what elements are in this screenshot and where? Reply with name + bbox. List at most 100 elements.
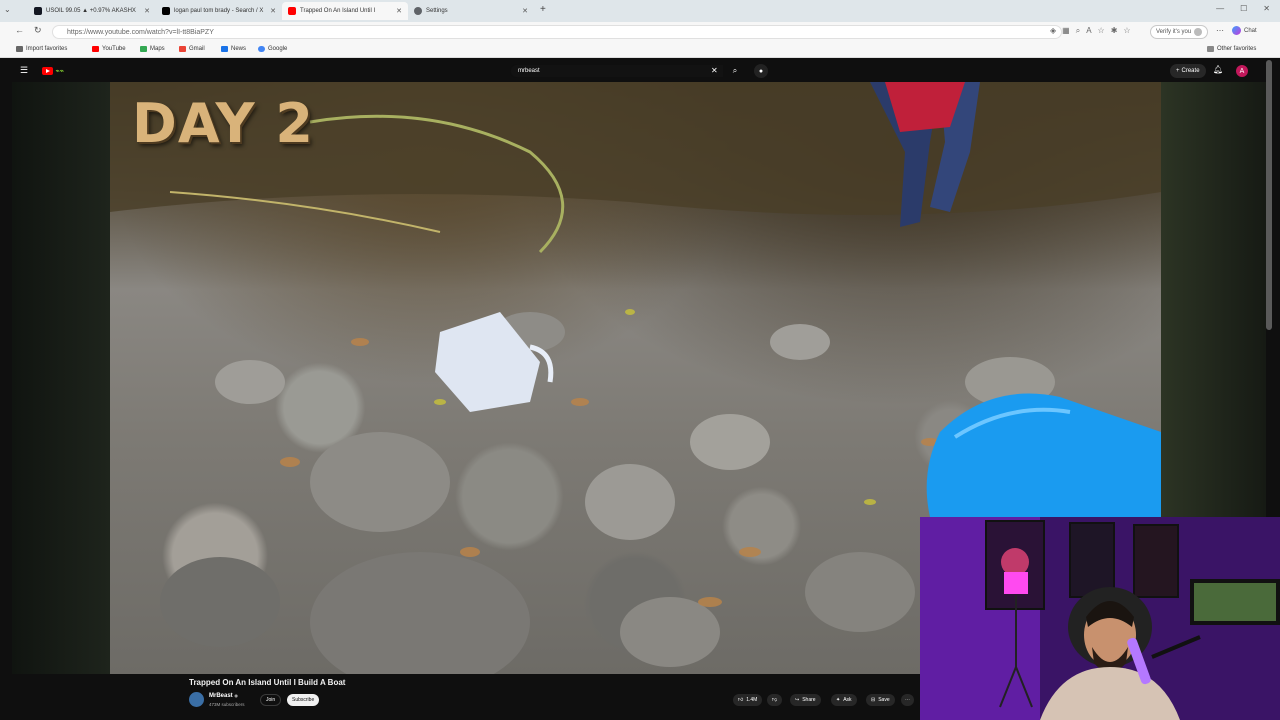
tab-actions-icon[interactable]: ⌄	[4, 5, 11, 14]
youtube-logo[interactable]: ⌁⌁	[42, 66, 76, 75]
share-button[interactable]: ↪ Share	[790, 694, 821, 706]
youtube-favicon-icon	[288, 7, 296, 15]
plus-icon: +	[1176, 68, 1180, 74]
create-label: Create	[1181, 68, 1200, 74]
video-overlay-text: DAY 2	[132, 92, 314, 155]
subscribe-button[interactable]: Subscribe	[287, 694, 320, 706]
tab-usoil[interactable]: USOIL 99.05 ▲ +0.97% AKASHX ✕	[28, 2, 156, 20]
like-button[interactable]: 👍︎ 1.4M	[733, 694, 763, 706]
close-tab-icon[interactable]: ✕	[396, 7, 402, 15]
favorite-star-icon[interactable]: ☆	[1098, 26, 1105, 36]
create-button[interactable]: + Create	[1170, 64, 1206, 78]
verify-label: Verify it's you	[1156, 29, 1192, 35]
favorites-icon[interactable]: ☆	[1123, 26, 1130, 36]
address-bar[interactable]: https://www.youtube.com/watch?v=lI-tt8Bi…	[52, 25, 1062, 39]
gmail-icon	[179, 46, 186, 52]
tradingview-favicon-icon	[34, 7, 42, 15]
maximize-icon[interactable]: ☐	[1240, 4, 1247, 13]
profile-avatar-icon	[1194, 28, 1203, 36]
tab-settings[interactable]: Settings ✕	[408, 2, 534, 20]
youtube-play-logo-icon	[42, 66, 53, 75]
join-button[interactable]: Join	[260, 694, 282, 706]
dislike-button[interactable]: 👎︎	[767, 694, 783, 706]
share-icon: ↪	[795, 697, 800, 703]
grid-icon[interactable]: ▦	[1062, 26, 1070, 36]
translate-icon[interactable]: ◈	[1050, 26, 1056, 36]
ask-label: Ask	[843, 697, 852, 703]
verify-profile-button[interactable]: Verify it's you	[1150, 25, 1209, 39]
tab-label: Trapped On An Island Until I	[300, 8, 376, 14]
news-icon	[221, 46, 228, 52]
bell-icon[interactable]: 🔔︎	[1213, 65, 1223, 74]
google-icon	[258, 46, 265, 52]
bookmark-icon: ⊟	[871, 697, 876, 703]
zoom-icon[interactable]: ⌕	[1076, 26, 1080, 36]
favorite-label: Import favorites	[26, 46, 68, 52]
subscribe-label: Subscribe	[292, 697, 315, 703]
webcam-overlay	[920, 517, 1280, 720]
favorite-label: News	[231, 46, 247, 52]
more-menu-icon[interactable]: ⋯	[1216, 26, 1224, 35]
folder-icon	[1207, 46, 1214, 52]
gear-icon	[414, 7, 422, 15]
voice-search-button[interactable]: ●	[754, 64, 768, 78]
back-arrow-icon[interactable]: ←	[15, 25, 24, 35]
page-scrollbar[interactable]	[1266, 60, 1272, 330]
close-tab-icon[interactable]: ✕	[270, 7, 276, 15]
favorites-import[interactable]: Import favorites	[16, 46, 67, 52]
copilot-chat-button[interactable]: Chat	[1232, 26, 1257, 35]
extension-icons: ◈ ▦ ⌕ A ☆ ✱ ☆	[1050, 26, 1131, 36]
share-label: Share	[802, 697, 816, 703]
channel-doodle-icon: ⌁⌁	[55, 67, 64, 75]
favorite-youtube[interactable]: YouTube	[92, 46, 126, 52]
refresh-icon[interactable]: ↻	[34, 25, 42, 36]
favorite-google[interactable]: Google	[258, 46, 287, 52]
favorite-label: Gmail	[189, 46, 205, 52]
channel-name[interactable]: MrBeast ◉	[209, 693, 238, 699]
copilot-icon	[1232, 26, 1241, 35]
close-window-icon[interactable]: ✕	[1263, 4, 1270, 13]
other-favorites[interactable]: Other favorites	[1207, 46, 1256, 52]
url-text: https://www.youtube.com/watch?v=lI-tt8Bi…	[67, 28, 214, 36]
search-button[interactable]: ⌕	[726, 64, 744, 78]
channel-name-text: MrBeast	[209, 693, 233, 699]
read-aloud-icon[interactable]: A	[1086, 26, 1091, 36]
join-label: Join	[266, 697, 276, 703]
new-tab-button[interactable]: +	[540, 4, 546, 15]
search-input[interactable]: mrbeast	[510, 64, 724, 78]
ambient-left	[12, 82, 110, 674]
tab-strip: ⌄ USOIL 99.05 ▲ +0.97% AKASHX ✕ logan pa…	[0, 0, 1280, 22]
save-label: Save	[878, 697, 890, 703]
close-tab-icon[interactable]: ✕	[144, 7, 150, 15]
tab-label: logan paul tom brady - Search / X	[174, 8, 264, 14]
avatar[interactable]: A	[1236, 65, 1248, 77]
save-button[interactable]: ⊟ Save	[866, 694, 895, 706]
tab-label: Settings	[426, 8, 448, 14]
import-icon	[16, 46, 23, 52]
close-tab-icon[interactable]: ✕	[522, 7, 528, 15]
webcam-image	[920, 517, 1280, 720]
favorite-maps[interactable]: Maps	[140, 46, 165, 52]
favorite-news[interactable]: News	[221, 46, 246, 52]
hamburger-icon[interactable]: ☰	[20, 65, 28, 76]
ambient-right	[1161, 82, 1266, 517]
more-actions-button[interactable]: ⋯	[901, 694, 914, 706]
maps-icon	[140, 46, 147, 52]
ask-button[interactable]: ✦ Ask	[831, 694, 857, 706]
like-count: 1.4M	[746, 697, 758, 703]
favorite-label: Other favorites	[1217, 46, 1257, 52]
sparkle-icon: ✦	[836, 697, 841, 703]
tab-youtube-video[interactable]: Trapped On An Island Until I ✕	[282, 2, 408, 20]
extension-puzzle-icon[interactable]: ✱	[1111, 26, 1118, 36]
tab-x-search[interactable]: logan paul tom brady - Search / X ✕	[156, 2, 282, 20]
favorite-gmail[interactable]: Gmail	[179, 46, 205, 52]
thumbs-up-icon: 👍︎	[738, 697, 744, 703]
more-icon: ⋯	[905, 697, 910, 703]
channel-avatar[interactable]	[189, 692, 204, 707]
minimize-icon[interactable]: —	[1216, 4, 1224, 13]
favorite-label: Google	[268, 46, 288, 52]
thumbs-down-icon: 👎︎	[772, 697, 778, 703]
subscriber-count: 473M subscribers	[209, 702, 245, 707]
clear-search-icon[interactable]: ✕	[711, 66, 718, 75]
search-icon: ⌕	[732, 66, 738, 75]
